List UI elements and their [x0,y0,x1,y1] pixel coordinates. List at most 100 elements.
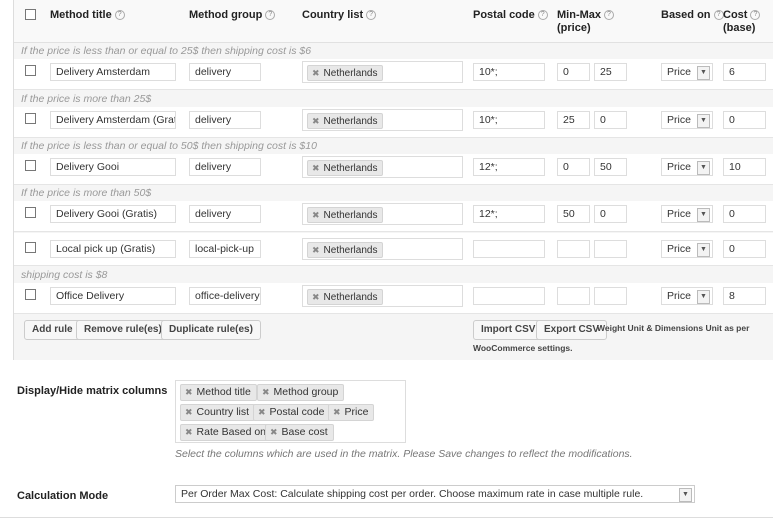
based-on-select[interactable]: Price ▼ [661,158,713,176]
column-chip[interactable]: ✖ Country list [180,404,256,421]
max-price-input[interactable]: 0 [594,205,627,223]
based-on-select[interactable]: Price ▼ [661,205,713,223]
chevron-down-icon: ▼ [697,161,710,175]
column-chip[interactable]: ✖ Rate Based on [180,424,273,441]
columns-multiselect[interactable]: ✖ Method title ✖ Method group ✖ Country lis… [175,380,406,443]
remove-icon[interactable]: ✖ [258,407,266,417]
remove-icon[interactable]: ✖ [312,68,320,78]
cost-input[interactable]: 0 [723,205,766,223]
method-group-input[interactable]: local-pick-up [189,240,261,258]
cost-input[interactable]: 6 [723,63,766,81]
max-price-input[interactable] [594,240,627,258]
column-chip[interactable]: ✖ Postal code [253,404,331,421]
min-price-input[interactable]: 0 [557,158,590,176]
help-icon: ? [750,10,761,21]
remove-icon[interactable]: ✖ [312,163,320,173]
method-group-input[interactable]: delivery [189,111,261,129]
table-row: Office Delivery office-delivery ✖ Netherl… [14,283,773,314]
remove-icon[interactable]: ✖ [262,387,270,397]
min-price-input[interactable]: 25 [557,111,590,129]
method-title-input[interactable]: Delivery Amsterdam [50,63,176,81]
postal-code-input[interactable]: 10*; [473,111,545,129]
country-tag[interactable]: ✖ Netherlands [307,242,384,258]
country-select[interactable]: ✖ Netherlands [302,238,463,260]
row-checkbox[interactable] [25,289,36,300]
method-title-input[interactable]: Office Delivery [50,287,176,305]
based-on-select[interactable]: Price ▼ [661,287,713,305]
table-row: Local pick up (Gratis) local-pick-up ✖ Ne… [14,233,773,266]
table-row: Delivery Amsterdam (Gratis delivery ✖ Net… [14,107,773,138]
row-checkbox[interactable] [25,113,36,124]
method-title-input[interactable]: Delivery Gooi (Gratis) [50,205,176,223]
column-chip[interactable]: ✖ Method title [180,384,257,401]
min-price-input[interactable]: 50 [557,205,590,223]
max-price-input[interactable]: 50 [594,158,627,176]
method-group-input[interactable]: delivery [189,63,261,81]
method-group-input[interactable]: office-delivery [189,287,261,305]
method-title-input[interactable]: Local pick up (Gratis) [50,240,176,258]
method-title-input[interactable]: Delivery Amsterdam (Gratis [50,111,176,129]
remove-icon[interactable]: ✖ [312,292,320,302]
column-chip[interactable]: ✖ Method group [257,384,345,401]
help-icon: ? [265,10,276,21]
cost-input[interactable]: 0 [723,240,766,258]
based-on-select[interactable]: Price ▼ [661,63,713,81]
country-select[interactable]: ✖ Netherlands [302,203,463,225]
row-checkbox[interactable] [25,65,36,76]
header-method-title: Method title? [50,9,125,22]
postal-code-input[interactable]: 10*; [473,63,545,81]
remove-icon[interactable]: ✖ [185,407,193,417]
min-price-input[interactable]: 0 [557,63,590,81]
header-postal-code: Postal code? [473,9,548,22]
select-all-checkbox[interactable] [25,9,36,20]
country-tag[interactable]: ✖ Netherlands [307,113,384,129]
row-checkbox[interactable] [25,160,36,171]
postal-code-input[interactable]: 12*; [473,158,545,176]
remove-icon[interactable]: ✖ [270,427,278,437]
postal-code-input[interactable] [473,240,545,258]
import-csv-button[interactable]: Import CSV [473,320,544,340]
method-group-input[interactable]: delivery [189,205,261,223]
remove-icon[interactable]: ✖ [312,116,320,126]
based-on-select[interactable]: Price ▼ [661,240,713,258]
duplicate-rules-button[interactable]: Duplicate rule(es) [161,320,261,340]
postal-code-input[interactable]: 12*; [473,205,545,223]
max-price-input[interactable]: 0 [594,111,627,129]
method-title-input[interactable]: Delivery Gooi [50,158,176,176]
remove-icon[interactable]: ✖ [185,427,193,437]
country-select[interactable]: ✖ Netherlands [302,61,463,83]
max-price-input[interactable]: 25 [594,63,627,81]
add-rule-button[interactable]: Add rule [24,320,81,340]
column-chip[interactable]: ✖ Price [328,404,375,421]
row-checkbox[interactable] [25,242,36,253]
remove-icon[interactable]: ✖ [312,210,320,220]
remove-icon[interactable]: ✖ [312,245,320,255]
min-price-input[interactable] [557,240,590,258]
country-tag[interactable]: ✖ Netherlands [307,65,384,81]
country-select[interactable]: ✖ Netherlands [302,285,463,307]
country-tag[interactable]: ✖ Netherlands [307,289,384,305]
country-select[interactable]: ✖ Netherlands [302,156,463,178]
chevron-down-icon: ▼ [679,488,692,502]
table-row: Delivery Gooi delivery ✖ Netherlands 12*;… [14,154,773,185]
units-note: Weight Unit & Dimensions Unit as per [597,323,750,333]
cost-input[interactable]: 8 [723,287,766,305]
remove-rules-button[interactable]: Remove rule(es) [76,320,170,340]
calculation-mode-select[interactable]: Per Order Max Cost: Calculate shipping c… [175,485,695,503]
postal-code-input[interactable] [473,287,545,305]
column-chip[interactable]: ✖ Base cost [265,424,334,441]
country-select[interactable]: ✖ Netherlands [302,109,463,131]
remove-icon[interactable]: ✖ [185,387,193,397]
cost-input[interactable]: 10 [723,158,766,176]
max-price-input[interactable] [594,287,627,305]
row-checkbox[interactable] [25,207,36,218]
remove-icon[interactable]: ✖ [333,407,341,417]
country-tag[interactable]: ✖ Netherlands [307,160,384,176]
based-on-select[interactable]: Price ▼ [661,111,713,129]
rule-note: If the price is less than or equal to 50… [21,140,317,152]
min-price-input[interactable] [557,287,590,305]
country-tag[interactable]: ✖ Netherlands [307,207,384,223]
cost-input[interactable]: 0 [723,111,766,129]
method-group-input[interactable]: delivery [189,158,261,176]
header-cost: Cost? (base) [723,9,761,35]
